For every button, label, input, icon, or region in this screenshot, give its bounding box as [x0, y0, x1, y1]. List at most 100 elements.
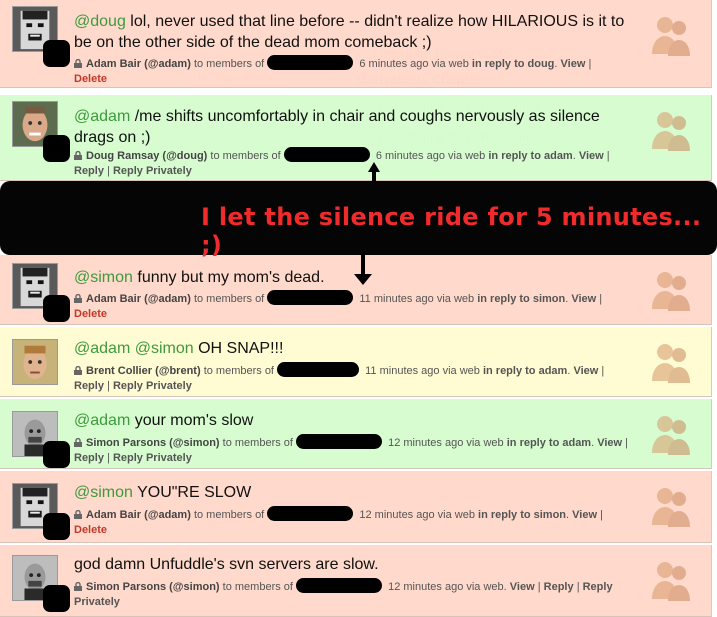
mention-link[interactable]: @simon	[74, 269, 133, 286]
separator: |	[599, 293, 603, 305]
message-meta: Adam Bair (@adam) to members of 11 minut…	[74, 290, 634, 322]
view-link[interactable]: View	[561, 58, 586, 70]
message-text: god damn Unfuddle's svn servers are slow…	[74, 554, 634, 575]
reply-privately-link[interactable]: Reply Privately	[113, 452, 192, 464]
separator: |	[107, 452, 110, 464]
reply-link[interactable]: Reply	[74, 165, 104, 177]
separator: |	[600, 509, 603, 521]
message-meta: Simon Parsons (@simon) to members of 12 …	[74, 578, 634, 610]
author-name[interactable]: Simon Parsons (@simon)	[86, 581, 220, 593]
author-name[interactable]: Brent Collier (@brent)	[86, 365, 201, 377]
lock-icon	[74, 294, 82, 303]
lock-icon	[74, 582, 82, 591]
separator: |	[601, 365, 605, 377]
delete-link[interactable]: Delete	[74, 523, 634, 538]
redacted-group-name	[277, 362, 360, 377]
redacted-group-name	[296, 578, 383, 593]
redaction-blob	[43, 513, 70, 540]
reply-link[interactable]: Reply	[74, 380, 104, 392]
group-icon	[643, 263, 699, 319]
lock-icon	[74, 510, 82, 519]
group-icon	[643, 479, 699, 535]
to-members-label: to members of	[203, 365, 274, 377]
timestamp: 12 minutes ago via web	[359, 509, 475, 521]
redacted-group-name	[283, 147, 370, 162]
delete-link[interactable]: Delete	[74, 307, 634, 322]
message-text: @adam your mom's slow	[74, 410, 634, 431]
annotation-text: I let the silence ride for 5 minutes... …	[201, 203, 702, 259]
in-reply-link[interactable]: in reply to adam	[488, 150, 572, 162]
view-link[interactable]: View	[510, 581, 535, 593]
author-name[interactable]: Adam Bair (@adam)	[86, 509, 191, 521]
reply-link[interactable]: Reply	[544, 581, 574, 593]
in-reply-link[interactable]: in reply to simon	[477, 293, 565, 305]
timestamp: 11 minutes ago via web	[365, 365, 480, 377]
reply-privately-link[interactable]: Reply Privately	[113, 380, 192, 392]
mention-link[interactable]: @adam	[74, 108, 130, 125]
author-name[interactable]: Simon Parsons (@simon)	[86, 437, 220, 449]
group-icon	[643, 8, 699, 64]
timestamp: 12 minutes ago via web.	[388, 581, 507, 593]
separator: |	[606, 150, 610, 162]
redaction-blob	[43, 441, 70, 468]
author-name[interactable]: Adam Bair (@adam)	[86, 293, 191, 305]
message-body: YOU"RE SLOW	[132, 484, 252, 501]
arrow-down-icon	[354, 252, 372, 285]
message-text: @adam @simon OH SNAP!!!	[74, 338, 634, 359]
redaction-blob	[43, 585, 70, 612]
to-members-label: to members of	[193, 509, 265, 521]
mention-link[interactable]: @doug	[74, 13, 126, 30]
view-link[interactable]: View	[572, 509, 597, 521]
to-members-label: to members of	[193, 58, 265, 70]
mention-link[interactable]: @adam @simon	[74, 340, 194, 357]
redacted-group-name	[267, 55, 354, 70]
message-body: OH SNAP!!!	[193, 340, 284, 357]
message-row: god damn Unfuddle's svn servers are slow…	[0, 545, 712, 617]
author-name[interactable]: Adam Bair (@adam)	[86, 58, 191, 70]
message-body: lol, never used that line before -- didn…	[74, 13, 625, 51]
mention-link[interactable]: @adam	[74, 412, 130, 429]
message-body: /me shifts uncomfortably in chair and co…	[74, 108, 600, 146]
separator: |	[576, 581, 580, 593]
message-row: @doug lol, never used that line before -…	[0, 0, 712, 88]
author-name[interactable]: Doug Ramsay (@doug)	[86, 150, 207, 162]
message-meta: Simon Parsons (@simon) to members of 12 …	[74, 434, 634, 466]
to-members-label: to members of	[222, 437, 293, 449]
message-row: @simon YOU"RE SLOW Adam Bair (@adam) to …	[0, 471, 712, 543]
separator: |	[625, 437, 629, 449]
delete-link[interactable]: Delete	[74, 72, 634, 87]
message-text: @doug lol, never used that line before -…	[74, 11, 634, 53]
message-meta: Adam Bair (@adam) to members of 6 minute…	[74, 55, 634, 87]
in-reply-link[interactable]: in reply to simon	[478, 509, 566, 521]
avatar[interactable]	[12, 339, 58, 385]
separator: |	[107, 380, 110, 392]
message-body: god damn Unfuddle's svn servers are slow…	[74, 556, 379, 573]
view-link[interactable]: View	[579, 150, 604, 162]
to-members-label: to members of	[210, 150, 281, 162]
to-members-label: to members of	[222, 581, 293, 593]
in-reply-link[interactable]: in reply to doug	[472, 58, 555, 70]
message-body: your mom's slow	[130, 412, 254, 429]
redaction-blob	[43, 295, 70, 322]
lock-icon	[74, 59, 82, 68]
timestamp: 11 minutes ago via web	[359, 293, 475, 305]
view-link[interactable]: View	[573, 365, 598, 377]
separator: |	[537, 581, 541, 593]
in-reply-link[interactable]: in reply to adam	[483, 365, 567, 377]
reply-privately-link[interactable]: Reply Privately	[113, 165, 192, 177]
reply-link[interactable]: Reply	[74, 452, 104, 464]
timestamp: 6 minutes ago via web	[359, 58, 469, 70]
annotation-banner: I let the silence ride for 5 minutes... …	[0, 181, 717, 259]
group-icon	[643, 103, 699, 159]
view-link[interactable]: View	[571, 293, 596, 305]
separator: |	[107, 165, 110, 177]
mention-link[interactable]: @simon	[74, 484, 133, 501]
in-reply-link[interactable]: in reply to adam	[507, 437, 591, 449]
redacted-group-name	[267, 506, 354, 521]
view-link[interactable]: View	[597, 437, 622, 449]
separator: |	[588, 58, 592, 70]
lock-icon	[74, 366, 82, 375]
message-row: @adam your mom's slow Simon Parsons (@si…	[0, 399, 712, 469]
message-row: @adam /me shifts uncomfortably in chair …	[0, 95, 712, 181]
message-meta: Brent Collier (@brent) to members of 11 …	[74, 362, 634, 394]
